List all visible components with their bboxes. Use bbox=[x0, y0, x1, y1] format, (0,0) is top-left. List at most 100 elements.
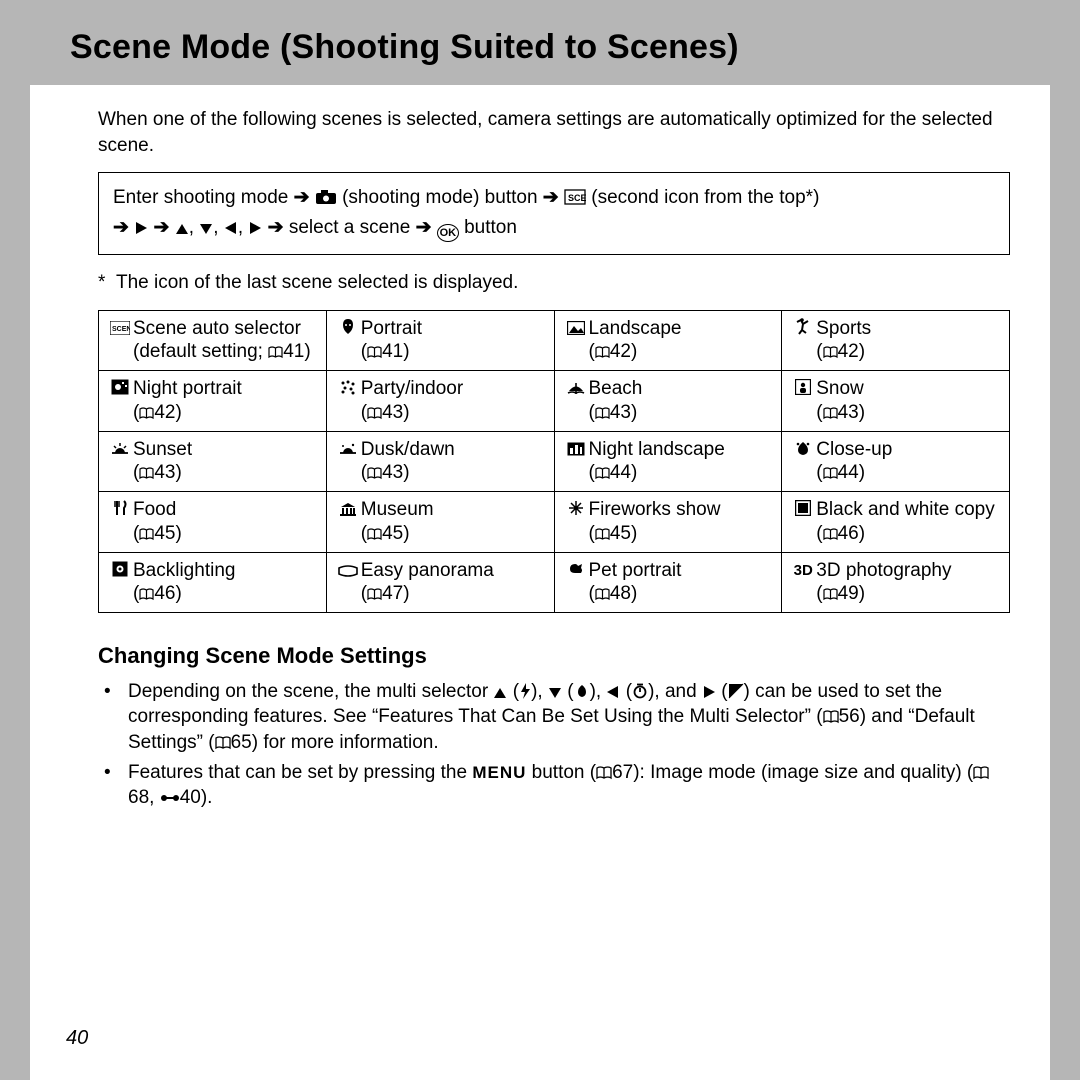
triangle-left-icon bbox=[606, 685, 620, 699]
scene-cell: Pet portrait(48) bbox=[554, 552, 782, 613]
scene-ref: (43) bbox=[133, 462, 182, 483]
scene-icon: SCENE bbox=[107, 317, 133, 365]
intro-text: When one of the following scenes is sele… bbox=[98, 107, 1010, 158]
text: 67): Image mode (image size and quality)… bbox=[612, 762, 973, 783]
triangle-up-icon bbox=[175, 223, 189, 235]
scene-ref: (44) bbox=[816, 462, 865, 483]
scene-label: Portrait bbox=[361, 318, 422, 339]
footnote-text: The icon of the last scene selected is d… bbox=[116, 272, 518, 293]
scene-ref: (42) bbox=[589, 341, 638, 362]
scene-cell: Backlighting(46) bbox=[99, 552, 327, 613]
scene-label: Black and white copy bbox=[816, 499, 995, 520]
triangle-right-icon bbox=[134, 221, 148, 235]
text: button ( bbox=[526, 762, 596, 783]
scene-cell: Night landscape(44) bbox=[554, 431, 782, 492]
firew-icon bbox=[563, 498, 589, 546]
scene-label: Scene auto selector bbox=[133, 318, 301, 339]
timer-icon bbox=[632, 683, 648, 699]
camera-icon bbox=[315, 189, 337, 205]
scene-cell: Night portrait (42) bbox=[99, 371, 327, 432]
scene-cell: Black and white copy(46) bbox=[782, 492, 1010, 553]
svg-text:SCENE: SCENE bbox=[568, 193, 586, 203]
scene-label: Landscape bbox=[589, 318, 682, 339]
scene-label: Night portrait bbox=[133, 378, 242, 399]
subheading: Changing Scene Mode Settings bbox=[98, 641, 1010, 671]
scene-ref: (44) bbox=[589, 462, 638, 483]
portrait-icon bbox=[335, 317, 361, 365]
scene-label: Dusk/dawn bbox=[361, 439, 455, 460]
triangle-up-icon bbox=[493, 687, 507, 699]
scene-ref: (43) bbox=[816, 402, 865, 423]
svg-text:SCENE: SCENE bbox=[112, 326, 130, 333]
scene-ref: (45) bbox=[361, 523, 410, 544]
scene-cell: Portrait(41) bbox=[326, 310, 554, 371]
scene-ref: (49) bbox=[816, 583, 865, 604]
scene-label: Fireworks show bbox=[589, 499, 721, 520]
scene-ref: (41) bbox=[361, 341, 410, 362]
scene-label: 3D photography bbox=[816, 560, 951, 581]
scene-table: SCENEScene auto selector(default setting… bbox=[98, 310, 1010, 614]
scene-ref: (45) bbox=[133, 523, 182, 544]
menu-label: MENU bbox=[472, 763, 526, 782]
scene-cell: Museum(45) bbox=[326, 492, 554, 553]
arrow-right-icon: ➔ bbox=[268, 217, 284, 238]
page-number: 40 bbox=[66, 1027, 88, 1050]
arrow-right-icon: ➔ bbox=[416, 217, 432, 238]
text: 40). bbox=[180, 787, 213, 808]
landscape-icon bbox=[563, 317, 589, 365]
ok-button-icon: OK bbox=[437, 224, 459, 242]
scene-cell: Fireworks show (45) bbox=[554, 492, 782, 553]
nightl-icon bbox=[563, 438, 589, 486]
beach-icon bbox=[563, 377, 589, 425]
scene-label: Party/indoor bbox=[361, 378, 463, 399]
scene-label: Sports bbox=[816, 318, 871, 339]
scene-ref: (42) bbox=[133, 402, 182, 423]
nav-text: (second icon from the top*) bbox=[591, 187, 819, 208]
arrow-right-icon: ➔ bbox=[543, 187, 559, 208]
nav-text: select a scene bbox=[289, 217, 416, 238]
nav-text: (shooting mode) button bbox=[342, 187, 543, 208]
bullet-item: Features that can be set by pressing the… bbox=[128, 760, 1010, 811]
dusk-icon bbox=[335, 438, 361, 486]
scene-label: Close-up bbox=[816, 439, 892, 460]
title-bar: Scene Mode (Shooting Suited to Scenes) bbox=[30, 0, 1050, 85]
scene-cell: Party/indoor (43) bbox=[326, 371, 554, 432]
text: 65) for more information. bbox=[231, 732, 439, 753]
scene-ref: (42) bbox=[816, 341, 865, 362]
pano-icon bbox=[335, 559, 361, 607]
triangle-right-icon bbox=[702, 685, 716, 699]
book-icon bbox=[823, 710, 839, 724]
book-icon bbox=[596, 766, 612, 780]
nav-text: Enter shooting mode bbox=[113, 187, 294, 208]
scene-cell: Dusk/dawn(43) bbox=[326, 431, 554, 492]
footnote-mark: * bbox=[98, 272, 105, 293]
scene-label: Sunset bbox=[133, 439, 192, 460]
pet-icon bbox=[563, 559, 589, 607]
scene-cell: Easy panorama(47) bbox=[326, 552, 554, 613]
scene-cell: SCENEScene auto selector(default setting… bbox=[99, 310, 327, 371]
triangle-right-icon bbox=[248, 221, 262, 235]
text: Features that can be set by pressing the bbox=[128, 762, 472, 783]
snow-icon bbox=[790, 377, 816, 425]
scene-ref: (43) bbox=[361, 402, 410, 423]
navigation-box: Enter shooting mode ➔ (shooting mode) bu… bbox=[98, 172, 1010, 255]
scene-cell: Sunset(43) bbox=[99, 431, 327, 492]
arrow-right-icon: ➔ bbox=[294, 187, 310, 208]
scene-ref: (45) bbox=[589, 523, 638, 544]
food-icon bbox=[107, 498, 133, 546]
sports-icon bbox=[790, 317, 816, 365]
scene-label: Backlighting bbox=[133, 560, 235, 581]
macro-icon bbox=[574, 683, 590, 699]
scene-cell: Sports(42) bbox=[782, 310, 1010, 371]
book-icon bbox=[973, 766, 989, 780]
scene-ref: (46) bbox=[133, 583, 182, 604]
text: 68, bbox=[128, 787, 160, 808]
back-icon bbox=[107, 559, 133, 607]
scene-ref: (43) bbox=[361, 462, 410, 483]
scene-ref: (43) bbox=[589, 402, 638, 423]
bullet-list: Depending on the scene, the multi select… bbox=[98, 679, 1010, 811]
scene-cell: Beach(43) bbox=[554, 371, 782, 432]
triangle-left-icon bbox=[224, 221, 238, 235]
text: Depending on the scene, the multi select… bbox=[128, 681, 493, 702]
scene-cell: Snow(43) bbox=[782, 371, 1010, 432]
